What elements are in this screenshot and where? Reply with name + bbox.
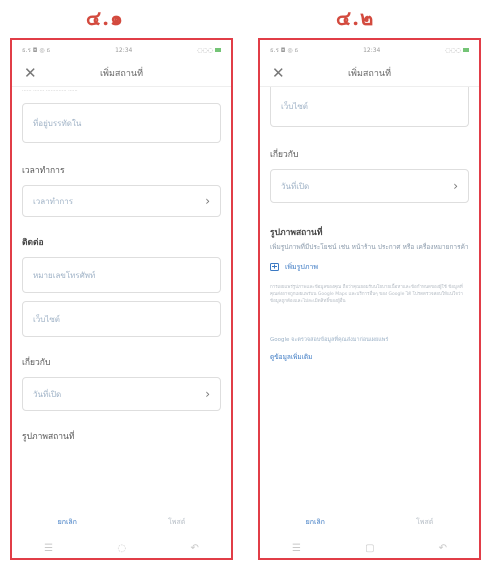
website-field[interactable]: เว็บไซต์ [270,87,469,127]
app-header: ✕ เพิ่มสถานที่ [260,60,479,87]
terms-fine-print: การเผยแพร่รูปภาพและข้อมูลของคุณ ถือว่าคุ… [270,285,463,305]
battery-icon: ◌◌◌ [197,47,221,54]
learn-more-link[interactable]: ดูข้อมูลเพิ่มเติม [270,352,469,362]
app-header: ✕ เพิ่มสถานที่ [12,60,231,87]
about-label: เกี่ยวกับ [270,150,299,160]
status-time: 12:34 [115,46,133,54]
photos-description: เพิ่มรูปภาพที่มีประโยชน์ เช่น หน้าร้าน ป… [270,243,469,251]
cancel-button[interactable]: ยกเลิก [306,517,325,528]
close-icon[interactable]: ✕ [272,65,285,81]
add-photo-icon [270,262,279,273]
website-field[interactable]: เว็บไซต์ [22,301,221,337]
chevron-right-icon: › [453,179,458,193]
panel-number-1: ๔.๑ [86,6,124,30]
status-time: 12:34 [363,46,381,54]
system-nav-bar: ☰ ▢ ↶ [260,538,479,558]
home-icon[interactable]: ◌ [117,543,126,554]
system-nav-bar: ☰ ◌ ↶ [12,538,231,558]
back-icon[interactable]: ↶ [439,543,447,554]
phone-number-field[interactable]: หมายเลขโทรศัพท์ [22,257,221,293]
add-photo-button[interactable]: เพิ่มรูปภาพ [270,262,469,273]
back-icon[interactable]: ↶ [190,543,198,554]
chevron-right-icon: › [205,387,210,401]
home-icon[interactable]: ▢ [365,543,374,554]
chevron-right-icon: › [205,194,210,208]
contact-label: ติดต่อ [22,238,44,248]
action-buttons: ยกเลิก โพสต์ [260,517,479,528]
status-icons: ธ.ร ◘ ◎ ธ [270,47,299,54]
status-bar: ธ.ร ◘ ◎ ธ 12:34 ◌◌◌ [260,40,479,60]
page-title: เพิ่มสถานที่ [347,69,392,79]
phone-screen-1: ธ.ร ◘ ◎ ธ 12:34 ◌◌◌ ✕ เพิ่มสถานที่ .....… [10,38,233,560]
scrolled-field-peek: ...... ....... ............. ...... [22,87,78,93]
opening-hours-label: เวลาทำการ [22,166,65,176]
menu-icon[interactable]: ☰ [292,543,301,554]
opening-hours-select[interactable]: เวลาทำการ › [22,185,221,217]
status-icons: ธ.ร ◘ ◎ ธ [22,47,51,54]
opening-date-select[interactable]: วันที่เปิด › [22,377,221,411]
battery-icon: ◌◌◌ [445,47,469,54]
google-review-note: Google จะตรวจสอบข้อมูลที่คุณส่งมาก่อนเผย… [270,337,389,344]
cancel-button[interactable]: ยกเลิก [58,517,77,528]
post-button[interactable]: โพสต์ [416,517,433,528]
phone-screen-2: ธ.ร ◘ ◎ ธ 12:34 ◌◌◌ ✕ เพิ่มสถานที่ เว็บไ… [258,38,481,560]
page-title: เพิ่มสถานที่ [99,69,144,79]
close-icon[interactable]: ✕ [24,65,37,81]
opening-date-select[interactable]: วันที่เปิด › [270,169,469,203]
post-button[interactable]: โพสต์ [168,517,185,528]
action-buttons: ยกเลิก โพสต์ [12,517,231,528]
address-line-field[interactable]: ที่อยู่บรรทัดใน [22,103,221,143]
panel-number-2: ๔.๒ [336,6,375,30]
place-photos-label: รูปภาพสถานที่ [22,432,75,442]
about-label: เกี่ยวกับ [22,358,51,368]
status-bar: ธ.ร ◘ ◎ ธ 12:34 ◌◌◌ [12,40,231,60]
place-photos-label: รูปภาพสถานที่ [270,228,323,238]
menu-icon[interactable]: ☰ [44,543,53,554]
